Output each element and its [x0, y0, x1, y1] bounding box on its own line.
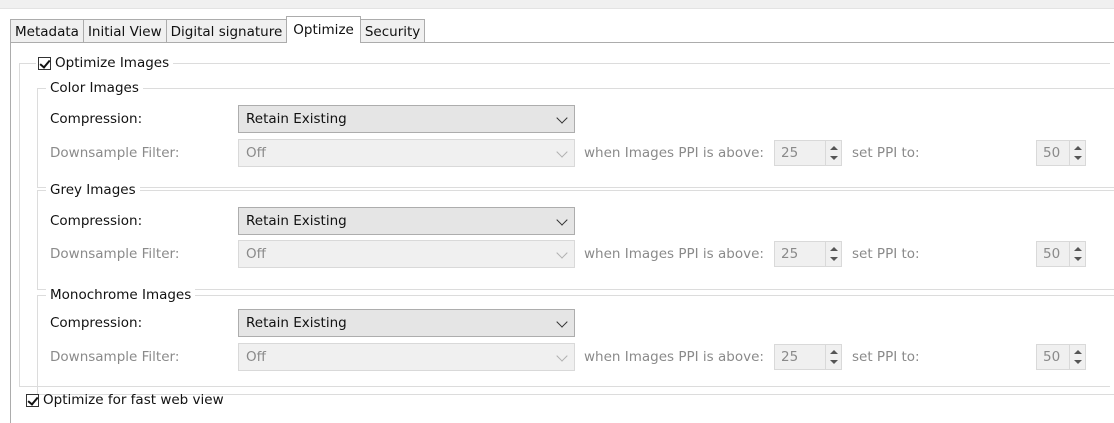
- mono-downsample-label: Downsample Filter:: [50, 349, 180, 365]
- mono-when-label: when Images PPI is above:: [584, 349, 764, 365]
- mono-above-spinner[interactable]: 25: [774, 344, 842, 370]
- spinner-arrows-icon[interactable]: [1069, 345, 1085, 369]
- grey-compression-value: Retain Existing: [246, 213, 347, 229]
- grey-compression-select[interactable]: Retain Existing: [238, 207, 575, 235]
- color-set-spinner[interactable]: 50: [1036, 140, 1086, 166]
- color-images-title: Color Images: [46, 79, 143, 97]
- chevron-down-icon: [556, 350, 568, 362]
- grey-set-value: 50: [1043, 246, 1061, 262]
- optimize-images-legend[interactable]: Optimize Images: [36, 53, 174, 73]
- monochrome-images-group: [37, 295, 1114, 395]
- mono-set-spinner[interactable]: 50: [1036, 344, 1086, 370]
- mono-compression-label: Compression:: [50, 315, 143, 331]
- chevron-down-icon: [556, 112, 568, 124]
- mono-set-value: 50: [1043, 349, 1061, 365]
- color-above-value: 25: [781, 145, 799, 161]
- chevron-down-icon: [556, 316, 568, 328]
- chevron-down-icon: [556, 214, 568, 226]
- tab-bar: Metadata Initial View Digital signature …: [10, 16, 426, 43]
- grey-images-title: Grey Images: [46, 181, 140, 199]
- grey-images-group: [37, 190, 1114, 290]
- color-downsample-value: Off: [246, 145, 266, 161]
- fast-web-view-checkbox[interactable]: [26, 393, 39, 407]
- mono-above-value: 25: [781, 349, 799, 365]
- tab-initial-view[interactable]: Initial View: [83, 19, 167, 43]
- color-downsample-label: Downsample Filter:: [50, 145, 180, 161]
- grey-downsample-value: Off: [246, 246, 266, 262]
- color-downsample-select[interactable]: Off: [238, 139, 575, 167]
- color-images-group: [37, 88, 1114, 188]
- color-set-value: 50: [1043, 145, 1061, 161]
- spinner-arrows-icon[interactable]: [825, 345, 841, 369]
- grey-set-spinner[interactable]: 50: [1036, 241, 1086, 267]
- grey-downsample-select[interactable]: Off: [238, 240, 575, 268]
- tab-digital-signature[interactable]: Digital signature: [166, 19, 288, 43]
- grey-above-spinner[interactable]: 25: [774, 241, 842, 267]
- mono-compression-select[interactable]: Retain Existing: [238, 309, 575, 337]
- spinner-arrows-icon[interactable]: [1069, 242, 1085, 266]
- color-set-label: set PPI to:: [852, 145, 920, 161]
- grey-compression-label: Compression:: [50, 213, 143, 229]
- mono-compression-value: Retain Existing: [246, 315, 347, 331]
- spinner-arrows-icon[interactable]: [825, 141, 841, 165]
- color-above-spinner[interactable]: 25: [774, 140, 842, 166]
- mono-set-label: set PPI to:: [852, 349, 920, 365]
- grey-set-label: set PPI to:: [852, 246, 920, 262]
- mono-downsample-value: Off: [246, 349, 266, 365]
- color-when-label: when Images PPI is above:: [584, 145, 764, 161]
- grey-above-value: 25: [781, 246, 799, 262]
- optimize-images-label: Optimize Images: [55, 55, 170, 71]
- fast-web-view-label: Optimize for fast web view: [43, 392, 224, 408]
- monochrome-images-title: Monochrome Images: [46, 286, 196, 304]
- color-compression-select[interactable]: Retain Existing: [238, 105, 575, 133]
- mono-downsample-select[interactable]: Off: [238, 343, 575, 371]
- tab-security[interactable]: Security: [360, 19, 426, 43]
- spinner-arrows-icon[interactable]: [825, 242, 841, 266]
- top-strip: [0, 0, 1114, 9]
- fast-web-view-option[interactable]: Optimize for fast web view: [26, 392, 224, 408]
- color-compression-value: Retain Existing: [246, 111, 347, 127]
- grey-when-label: when Images PPI is above:: [584, 246, 764, 262]
- optimize-images-checkbox[interactable]: [38, 56, 51, 70]
- spinner-arrows-icon[interactable]: [1069, 141, 1085, 165]
- color-compression-label: Compression:: [50, 111, 143, 127]
- chevron-down-icon: [556, 146, 568, 158]
- tab-optimize[interactable]: Optimize: [286, 16, 361, 43]
- grey-downsample-label: Downsample Filter:: [50, 246, 180, 262]
- chevron-down-icon: [556, 247, 568, 259]
- tab-metadata[interactable]: Metadata: [10, 19, 84, 43]
